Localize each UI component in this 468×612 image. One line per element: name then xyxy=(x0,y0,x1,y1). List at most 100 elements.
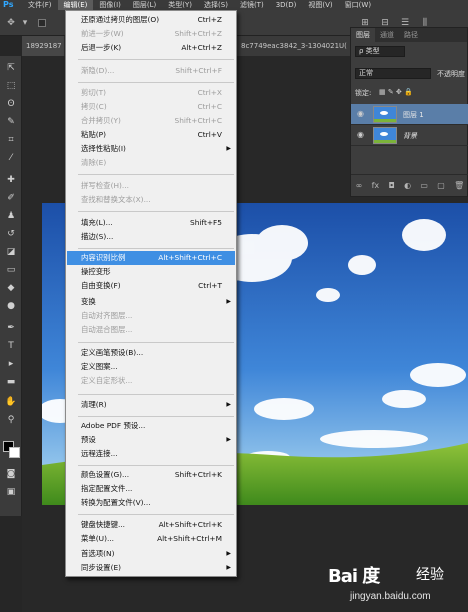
adjustment-icon[interactable]: ◐ xyxy=(404,181,411,190)
edit-menu: 还原通过拷贝的图层(O) Ctrl+Z 前进一步(W) Shift+Ctrl+Z 后… xyxy=(65,10,237,577)
menu-item-define-brush[interactable]: 定义画笔预设(B)... xyxy=(67,346,235,360)
zoom-tool-icon[interactable]: ⚲ xyxy=(5,414,17,426)
blur-tool-icon[interactable]: ◆ xyxy=(5,282,17,294)
hand-tool-icon[interactable]: ✋ xyxy=(5,396,17,408)
menu-item-define-shape[interactable]: 定义自定形状... xyxy=(67,374,235,388)
menu-item-cut[interactable]: 剪切(T) Ctrl+X xyxy=(67,86,235,100)
layer-row[interactable]: ◉ 图层 1 xyxy=(351,104,468,125)
menu-view[interactable]: 视图(V) xyxy=(302,0,338,10)
lock-icons[interactable]: ▦ ✎ ✥ 🔒 xyxy=(379,88,413,96)
layer-name[interactable]: 图层 1 xyxy=(403,110,424,120)
layer-row[interactable]: ◉ 背景 xyxy=(351,125,468,146)
menu-item-color-settings[interactable]: 颜色设置(G)... Shift+Ctrl+K xyxy=(67,468,235,482)
document-tab-title[interactable]: 8c7749eac3842_3-1304021U( xyxy=(237,36,352,56)
menu-type[interactable]: 类型(Y) xyxy=(162,0,198,10)
menu-item-remote-connections[interactable]: 远程连接... xyxy=(67,447,235,461)
layer-name[interactable]: 背景 xyxy=(403,131,417,141)
menu-item-paste-special[interactable]: 选择性粘贴(I) ▶ xyxy=(67,142,235,156)
eraser-tool-icon[interactable]: ◪ xyxy=(5,246,17,258)
menu-item-auto-blend[interactable]: 自动混合图层... xyxy=(67,323,235,337)
link-icon[interactable]: ∞ xyxy=(356,181,363,190)
quick-mask-icon[interactable]: ◙ xyxy=(5,468,17,480)
tab-paths[interactable]: 路径 xyxy=(399,28,423,42)
menu-item-step-backward[interactable]: 后退一步(K) Alt+Ctrl+Z xyxy=(67,41,235,55)
menu-filter[interactable]: 滤镜(T) xyxy=(234,0,270,10)
layer-thumbnail xyxy=(373,106,397,123)
layer-filter-select[interactable]: ρ 类型 xyxy=(355,46,405,57)
menu-item-find-replace[interactable]: 查找和替换文本(X)... xyxy=(67,193,235,207)
folder-icon[interactable]: ▭ xyxy=(420,181,428,190)
eyedropper-tool-icon[interactable]: ⁄ xyxy=(5,152,17,164)
shape-tool-icon[interactable]: ▬ xyxy=(5,376,17,388)
pen-tool-icon[interactable]: ✒ xyxy=(5,322,17,334)
menu-layer[interactable]: 图层(L) xyxy=(127,0,162,10)
menu-image[interactable]: 图像(I) xyxy=(93,0,127,10)
menu-item-step-forward[interactable]: 前进一步(W) Shift+Ctrl+Z xyxy=(67,27,235,41)
healing-brush-icon[interactable]: ✚ xyxy=(5,174,17,186)
menu-edit[interactable]: 编辑(E) xyxy=(57,0,94,10)
screen-mode-icon[interactable]: ▣ xyxy=(5,486,17,498)
menu-bar: Ps 文件(F) 编辑(E) 图像(I) 图层(L) 类型(Y) 选择(S) 滤… xyxy=(0,0,468,10)
path-select-icon[interactable]: ▸ xyxy=(5,358,17,370)
menu-item-free-transform[interactable]: 自由变换(F) Ctrl+T xyxy=(67,279,235,293)
menu-item-purge[interactable]: 清理(R) ▶ xyxy=(67,398,235,412)
background-color-swatch[interactable] xyxy=(9,447,20,458)
menu-item-fill[interactable]: 填充(L)... Shift+F5 xyxy=(67,216,235,230)
new-layer-icon[interactable]: ▢ xyxy=(437,181,445,190)
fx-icon[interactable]: fx xyxy=(372,181,380,190)
menu-separator xyxy=(78,465,234,466)
chevron-down-icon[interactable]: ▾ xyxy=(20,18,30,28)
marquee-tool-icon[interactable]: ⬚ xyxy=(5,80,17,92)
menu-file[interactable]: 文件(F) xyxy=(22,0,58,10)
menu-item-undo[interactable]: 还原通过拷贝的图层(O) Ctrl+Z xyxy=(67,13,235,27)
menu-window[interactable]: 窗口(W) xyxy=(339,0,377,10)
menu-item-transform[interactable]: 变换 ▶ xyxy=(67,295,235,309)
dodge-tool-icon[interactable]: ● xyxy=(5,300,17,312)
quick-select-tool-icon[interactable]: ✎ xyxy=(5,116,17,128)
menu-item-fade[interactable]: 渐隐(D)... Shift+Ctrl+F xyxy=(67,64,235,78)
menu-item-sync-settings[interactable]: 同步设置(E) ▶ xyxy=(67,561,235,575)
move-tool-icon[interactable]: ✥ xyxy=(6,18,16,28)
menu-item-convert-profile[interactable]: 转换为配置文件(V)... xyxy=(67,496,235,510)
history-brush-icon[interactable]: ↺ xyxy=(5,228,17,240)
menu-item-content-aware-scale[interactable]: 内容识别比例 Alt+Shift+Ctrl+C xyxy=(67,251,235,265)
brush-tool-icon[interactable]: ✐ xyxy=(5,192,17,204)
menu-item-puppet-warp[interactable]: 操控变形 xyxy=(67,265,235,279)
crop-tool-icon[interactable]: ⌗ xyxy=(5,134,17,146)
blend-mode-select[interactable]: 正常 xyxy=(355,68,431,79)
menu-item-spell-check[interactable]: 拼写检查(H)... xyxy=(67,179,235,193)
menu-item-menus[interactable]: 菜单(U)... Alt+Shift+Ctrl+M xyxy=(67,532,235,546)
lock-label: 锁定: xyxy=(355,89,372,97)
menu-separator xyxy=(78,82,234,83)
menu-item-preferences[interactable]: 首选项(N) ▶ xyxy=(67,547,235,561)
lasso-tool-icon[interactable]: ʘ xyxy=(5,98,17,110)
menu-separator xyxy=(78,211,234,212)
type-tool-icon[interactable]: T xyxy=(5,340,17,352)
gradient-tool-icon[interactable]: ▭ xyxy=(5,264,17,276)
eye-icon[interactable]: ◉ xyxy=(357,131,367,139)
move-tool-icon[interactable]: ⇱ xyxy=(5,62,17,74)
tab-channels[interactable]: 通道 xyxy=(375,28,399,42)
menu-3d[interactable]: 3D(D) xyxy=(270,0,303,10)
submenu-arrow-icon: ▶ xyxy=(226,401,231,408)
menu-separator xyxy=(78,174,234,175)
eye-icon[interactable]: ◉ xyxy=(357,110,367,118)
auto-select-checkbox[interactable] xyxy=(38,19,46,27)
document-tab[interactable]: 18929187 xyxy=(22,36,64,56)
menu-item-auto-align[interactable]: 自动对齐图层... xyxy=(67,309,235,323)
clone-stamp-icon[interactable]: ♟ xyxy=(5,210,17,222)
menu-item-presets[interactable]: 预设 ▶ xyxy=(67,433,235,447)
mask-icon[interactable]: ◘ xyxy=(388,181,394,190)
trash-icon[interactable]: 🗑 xyxy=(454,181,464,190)
menu-item-clear[interactable]: 清除(E) xyxy=(67,156,235,170)
menu-item-pdf-presets[interactable]: Adobe PDF 预设... xyxy=(67,419,235,433)
menu-item-copy[interactable]: 拷贝(C) Ctrl+C xyxy=(67,100,235,114)
menu-item-copy-merged[interactable]: 合并拷贝(Y) Shift+Ctrl+C xyxy=(67,114,235,128)
menu-item-keyboard-shortcuts[interactable]: 键盘快捷键... Alt+Shift+Ctrl+K xyxy=(67,518,235,532)
menu-select[interactable]: 选择(S) xyxy=(198,0,234,10)
menu-item-assign-profile[interactable]: 指定配置文件... xyxy=(67,482,235,496)
menu-item-stroke[interactable]: 描边(S)... xyxy=(67,230,235,244)
tab-layers[interactable]: 图层 xyxy=(351,28,375,42)
menu-item-define-pattern[interactable]: 定义图案... xyxy=(67,360,235,374)
menu-item-paste[interactable]: 粘贴(P) Ctrl+V xyxy=(67,128,235,142)
